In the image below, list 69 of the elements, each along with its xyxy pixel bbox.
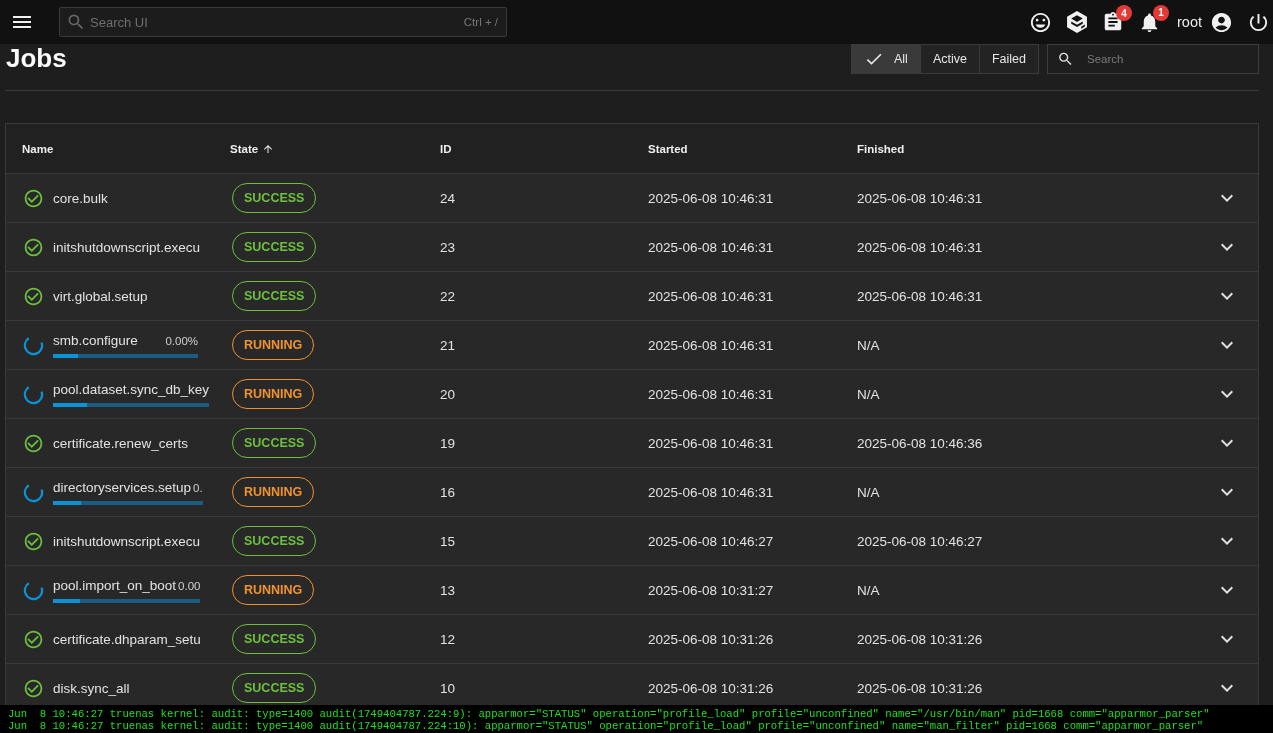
job-id: 12 [440, 631, 456, 647]
column-header[interactable]: Started [648, 142, 688, 155]
job-name: core.bulk [53, 190, 108, 206]
job-name: virt.global.setup [53, 288, 148, 304]
job-name: pool.dataset.sync_db_key [53, 381, 210, 397]
job-name: initshutdownscript.execu [53, 239, 201, 255]
job-name: pool.import_on_boot [53, 577, 177, 593]
job-id: 20 [440, 386, 456, 402]
finish-time: 2025-06-08 10:31:26 [857, 631, 983, 647]
finish-time: N/A [857, 337, 880, 353]
finish-time: N/A [857, 484, 880, 500]
job-id: 21 [440, 337, 456, 353]
job-id: 24 [440, 190, 456, 206]
column-header[interactable]: State [230, 142, 259, 155]
filter-toggle[interactable]: Failed [978, 44, 1039, 74]
finish-time: 2025-06-08 10:46:36 [857, 435, 983, 451]
column-header[interactable]: ID [440, 142, 452, 155]
shortcut-hint: Ctrl + / [463, 16, 498, 28]
start-time: 2025-06-08 10:46:31 [648, 435, 774, 451]
sort-arrow-icon[interactable] [262, 142, 275, 155]
finish-time: 2025-06-08 10:31:26 [857, 680, 983, 696]
start-time: 2025-06-08 10:46:31 [648, 288, 774, 304]
job-id: 10 [440, 680, 456, 696]
filter-toggle[interactable]: Active [919, 44, 980, 74]
account-icon[interactable] [1210, 10, 1233, 34]
job-name: directoryservices.setup [53, 479, 192, 495]
finish-time: 2025-06-08 10:46:27 [857, 533, 983, 549]
job-name: certificate.renew_certs [53, 435, 189, 451]
start-time: 2025-06-08 10:46:31 [648, 337, 774, 353]
log-line: Jun 8 10:46:27 truenas kernel: audit: type=1400 audit(1749404787.224:10): apparmor="STATUS" operation="profile_load" profile="unconfined" name="man_filter" pid=1668 comm="apparmor_parser" [8, 720, 1205, 732]
finish-time: 2025-06-08 10:46:31 [857, 288, 983, 304]
job-id: 23 [440, 239, 456, 255]
hexagon-logo-icon[interactable] [1066, 11, 1088, 33]
start-time: 2025-06-08 10:46:27 [648, 533, 774, 549]
page-title: Jobs [6, 44, 67, 72]
start-time: 2025-06-08 10:46:31 [648, 190, 774, 206]
finish-time: N/A [857, 386, 880, 402]
finish-time: N/A [857, 582, 880, 598]
job-id: 22 [440, 288, 456, 304]
progress-percent: 0. [192, 481, 203, 494]
start-time: 2025-06-08 10:46:31 [648, 239, 774, 255]
start-time: 2025-06-08 10:46:31 [648, 484, 774, 500]
start-time: 2025-06-08 10:31:26 [648, 680, 774, 696]
search-icon [66, 12, 86, 32]
finish-time: 2025-06-08 10:46:31 [857, 239, 983, 255]
job-name: smb.configure [53, 332, 138, 348]
column-header[interactable]: Name [22, 142, 54, 155]
filter-toggle[interactable]: All [851, 44, 921, 74]
finish-time: 2025-06-08 10:46:31 [857, 190, 983, 206]
job-id: 19 [440, 435, 456, 451]
start-time: 2025-06-08 10:31:26 [648, 631, 774, 647]
job-id: 16 [440, 484, 456, 500]
count-badge: 4 [1116, 5, 1132, 21]
column-header[interactable]: Finished [857, 142, 905, 155]
progress-percent: 0.00 [177, 579, 201, 592]
progress-percent: 0.00% [164, 334, 198, 347]
job-name: initshutdownscript.execu [53, 533, 201, 549]
username: root [1177, 14, 1202, 30]
start-time: 2025-06-08 10:31:27 [648, 582, 774, 598]
job-name: disk.sync_all [53, 680, 130, 696]
job-name: certificate.dhparam_setu [53, 631, 201, 647]
job-id: 15 [440, 533, 456, 549]
job-id: 13 [440, 582, 456, 598]
start-time: 2025-06-08 10:46:31 [648, 386, 774, 402]
log-line: Jun 8 10:46:27 truenas kernel: audit: type=1400 audit(1749404787.224:9): apparmor="STATUS" operation="profile_load" profile="unconfined" name="/usr/bin/man" pid=1668 comm="apparmor_parser" [8, 708, 1211, 720]
search-icon [1057, 50, 1074, 68]
smiley-icon[interactable] [1029, 10, 1052, 34]
search-field[interactable]: Search [1047, 44, 1259, 74]
count-badge: 1 [1153, 4, 1169, 21]
